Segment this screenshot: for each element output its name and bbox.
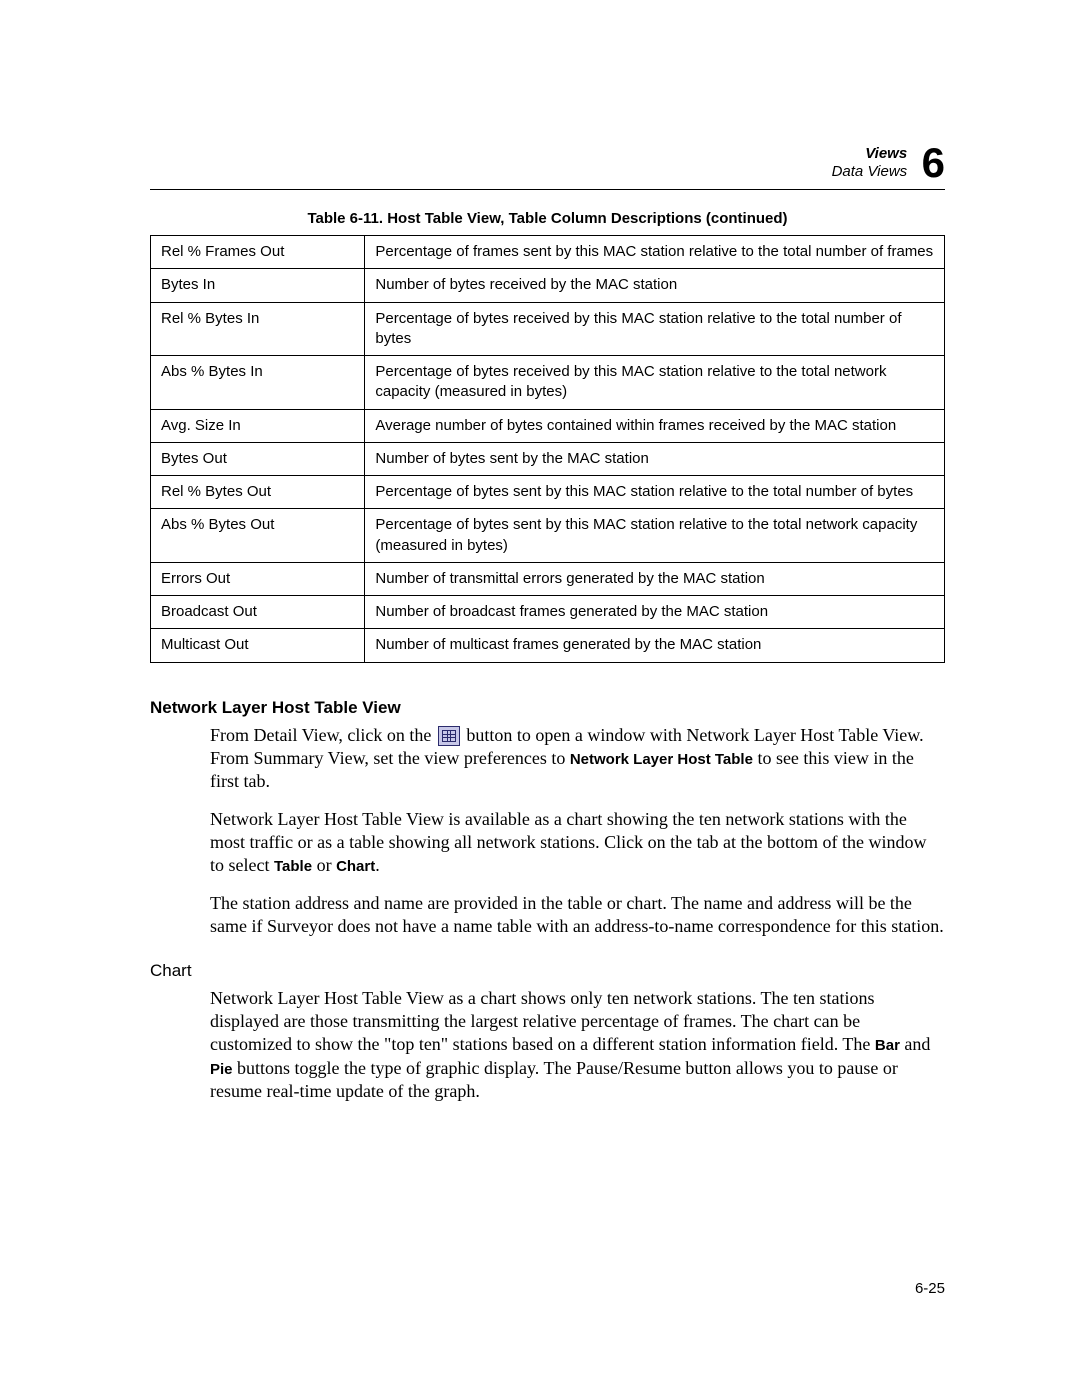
- table-caption: Table 6-11. Host Table View, Table Colum…: [150, 210, 945, 227]
- chapter-number: 6: [922, 146, 945, 180]
- text-run: and: [900, 1034, 931, 1054]
- column-desc-cell: Number of multicast frames generated by …: [365, 629, 945, 662]
- table-row: Rel % Bytes Out Percentage of bytes sent…: [151, 476, 945, 509]
- section-heading: Network Layer Host Table View: [150, 698, 945, 718]
- document-page: Views Data Views 6 Table 6-11. Host Tabl…: [0, 0, 1080, 1397]
- header-text: Views Data Views: [832, 145, 908, 181]
- column-desc-cell: Percentage of bytes sent by this MAC sta…: [365, 509, 945, 563]
- column-name-cell: Rel % Bytes In: [151, 302, 365, 356]
- table-row: Abs % Bytes Out Percentage of bytes sent…: [151, 509, 945, 563]
- ui-label-bold: Table: [274, 858, 312, 875]
- column-desc-cell: Number of broadcast frames generated by …: [365, 596, 945, 629]
- column-desc-cell: Percentage of bytes received by this MAC…: [365, 356, 945, 410]
- column-desc-cell: Average number of bytes contained within…: [365, 409, 945, 442]
- ui-label-bold: Chart: [336, 858, 375, 875]
- column-desc-cell: Number of transmittal errors generated b…: [365, 562, 945, 595]
- column-desc-cell: Number of bytes received by the MAC stat…: [365, 269, 945, 302]
- table-row: Rel % Bytes In Percentage of bytes recei…: [151, 302, 945, 356]
- table-row: Multicast Out Number of multicast frames…: [151, 629, 945, 662]
- ui-label-bold: Pie: [210, 1061, 233, 1078]
- column-descriptions-table: Rel % Frames Out Percentage of frames se…: [150, 235, 945, 663]
- header-rule: [150, 189, 945, 190]
- content: Table 6-11. Host Table View, Table Colum…: [150, 210, 945, 1104]
- paragraph: Network Layer Host Table View is availab…: [210, 808, 945, 878]
- column-name-cell: Broadcast Out: [151, 596, 365, 629]
- text-run: or: [312, 855, 336, 875]
- column-desc-cell: Percentage of frames sent by this MAC st…: [365, 236, 945, 269]
- text-run: Network Layer Host Table View as a chart…: [210, 988, 875, 1055]
- text-run: .: [375, 855, 380, 875]
- column-name-cell: Bytes Out: [151, 442, 365, 475]
- sub-heading: Chart: [150, 961, 945, 981]
- paragraph: From Detail View, click on the button to…: [210, 724, 945, 794]
- paragraph: Network Layer Host Table View as a chart…: [210, 987, 945, 1104]
- section-title: Data Views: [832, 163, 908, 180]
- column-desc-cell: Number of bytes sent by the MAC station: [365, 442, 945, 475]
- column-name-cell: Abs % Bytes Out: [151, 509, 365, 563]
- table-row: Bytes Out Number of bytes sent by the MA…: [151, 442, 945, 475]
- column-name-cell: Abs % Bytes In: [151, 356, 365, 410]
- column-name-cell: Avg. Size In: [151, 409, 365, 442]
- column-desc-cell: Percentage of bytes sent by this MAC sta…: [365, 476, 945, 509]
- text-run: From Detail View, click on the: [210, 725, 436, 745]
- column-name-cell: Rel % Frames Out: [151, 236, 365, 269]
- column-desc-cell: Percentage of bytes received by this MAC…: [365, 302, 945, 356]
- column-name-cell: Multicast Out: [151, 629, 365, 662]
- table-row: Avg. Size In Average number of bytes con…: [151, 409, 945, 442]
- column-name-cell: Bytes In: [151, 269, 365, 302]
- host-table-toolbar-icon: [438, 726, 460, 746]
- column-name-cell: Rel % Bytes Out: [151, 476, 365, 509]
- column-name-cell: Errors Out: [151, 562, 365, 595]
- page-header: Views Data Views 6: [150, 145, 945, 208]
- ui-label-bold: Network Layer Host Table: [570, 751, 753, 768]
- chapter-title: Views: [865, 145, 907, 162]
- ui-label-bold: Bar: [875, 1037, 900, 1054]
- table-row: Abs % Bytes In Percentage of bytes recei…: [151, 356, 945, 410]
- table-row: Broadcast Out Number of broadcast frames…: [151, 596, 945, 629]
- text-run: buttons toggle the type of graphic displ…: [210, 1058, 898, 1101]
- page-number: 6-25: [915, 1280, 945, 1297]
- paragraph: The station address and name are provide…: [210, 892, 945, 939]
- table-row: Errors Out Number of transmittal errors …: [151, 562, 945, 595]
- table-row: Bytes In Number of bytes received by the…: [151, 269, 945, 302]
- table-row: Rel % Frames Out Percentage of frames se…: [151, 236, 945, 269]
